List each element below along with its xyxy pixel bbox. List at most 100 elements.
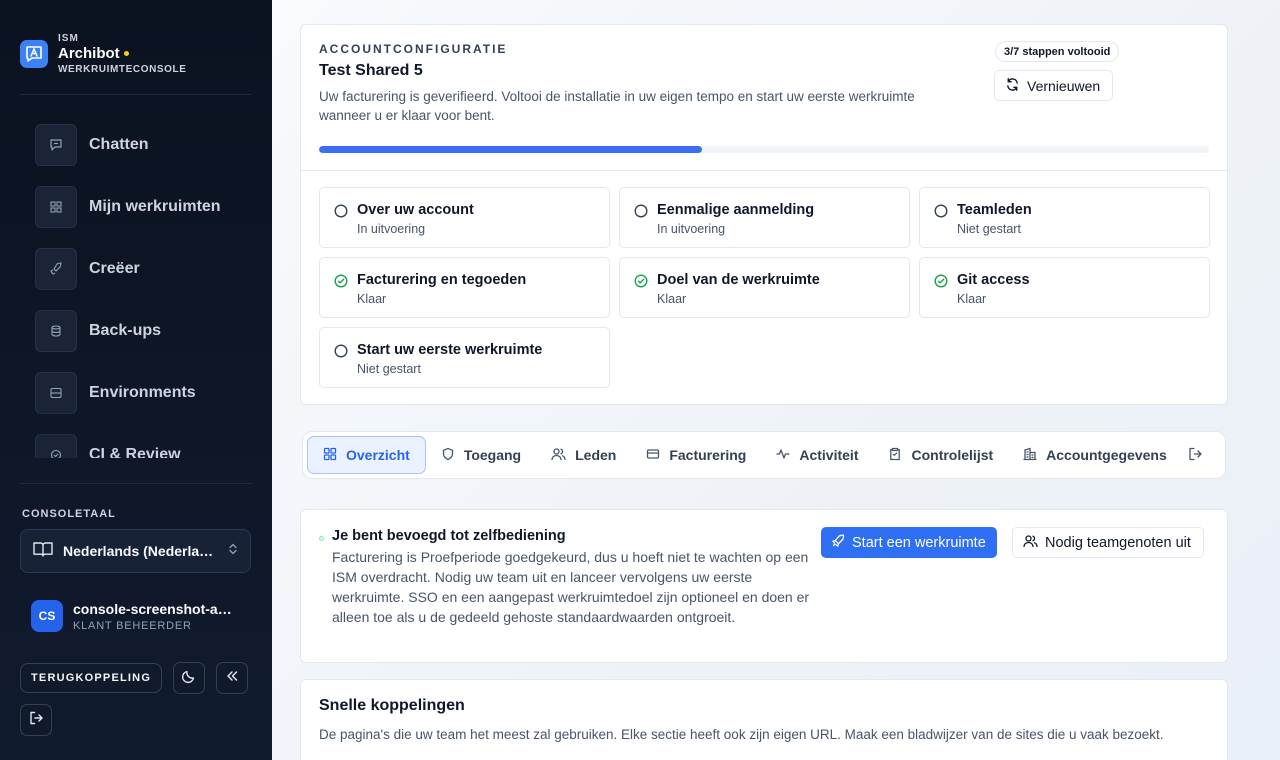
setup-steps-grid: Over uw account In uitvoering Eenmalige a…	[319, 187, 1210, 388]
sidebar-item-workspaces[interactable]: Mijn werkruimten	[20, 176, 252, 238]
quick-links-description: De pagina's die uw team het meest zal ge…	[319, 727, 1164, 742]
account-title: Test Shared 5	[319, 62, 423, 79]
tab-toegang[interactable]: Toegang	[426, 436, 536, 474]
shield-icon	[441, 447, 455, 464]
circle-icon	[634, 204, 648, 223]
tab-overzicht[interactable]: Overzicht	[307, 436, 426, 474]
tab-bar: Overzicht Toegang Leden Facturering Acti…	[300, 420, 1228, 490]
setup-eyebrow: ACCOUNTCONFIGURATIE	[319, 42, 508, 56]
step-card[interactable]: Teamleden Niet gestart	[919, 187, 1210, 248]
grid-icon	[35, 186, 77, 228]
grid-icon	[323, 447, 337, 464]
check-circle-icon	[634, 274, 648, 293]
chat-icon	[35, 124, 77, 166]
step-title: Git access	[957, 272, 1030, 288]
brand[interactable]: ISM Archibot WERKRUIMTECONSOLE	[20, 30, 187, 78]
theme-toggle-button[interactable]	[173, 662, 205, 694]
circle-icon	[334, 344, 348, 363]
invite-teammates-button[interactable]: Nodig teamgenoten uit	[1012, 527, 1204, 558]
rocket-icon	[831, 534, 845, 552]
collapse-sidebar-button[interactable]	[216, 662, 248, 694]
step-card[interactable]: Over uw account In uitvoering	[319, 187, 610, 248]
logout-icon	[28, 710, 44, 731]
logout-button[interactable]	[20, 704, 52, 736]
setup-progress-fill	[319, 146, 702, 153]
tab-controlelijst[interactable]: Controlelijst	[873, 436, 1008, 474]
user-profile[interactable]: CS console-screenshot-admin KLANT BEHEER…	[31, 600, 246, 632]
archibot-logo-icon	[20, 40, 48, 68]
step-status: Niet gestart	[357, 362, 421, 376]
tab-label: Toegang	[463, 447, 522, 463]
step-title: Teamleden	[957, 202, 1032, 218]
start-workspace-label: Start een werkruimte	[852, 534, 986, 551]
self-service-card: Je bent bevoegd tot zelfbediening Factur…	[300, 509, 1228, 663]
sidebar: ISM Archibot WERKRUIMTECONSOLE Chatten M…	[0, 0, 272, 760]
tab-activiteit[interactable]: Activiteit	[761, 436, 873, 474]
tab-leden[interactable]: Leden	[536, 436, 631, 474]
quick-links-card: Snelle koppelingen De pagina's die uw te…	[300, 679, 1228, 760]
language-select[interactable]: Nederlands (Nederland)	[20, 529, 251, 573]
invite-teammates-label: Nodig teamgenoten uit	[1045, 534, 1191, 551]
tab-label: Accountgegevens	[1046, 447, 1167, 463]
check-circle-icon	[934, 274, 948, 293]
language-value: Nederlands (Nederland)	[63, 543, 218, 559]
sidebar-divider	[20, 483, 251, 484]
step-status: Klaar	[957, 292, 987, 306]
feedback-button[interactable]: TERUGKOPPELING	[20, 663, 163, 693]
self-service-title: Je bent bevoegd tot zelfbediening	[332, 528, 566, 544]
sidebar-nav: Chatten Mijn werkruimten Creëer Back-ups…	[20, 114, 252, 458]
refresh-icon	[1005, 77, 1020, 95]
quick-links-title: Snelle koppelingen	[319, 697, 465, 714]
users-icon	[551, 447, 566, 464]
clipboard-icon	[888, 447, 902, 464]
rocket-icon	[35, 248, 77, 290]
activity-icon	[776, 447, 791, 464]
tab-label: Leden	[575, 447, 617, 463]
sidebar-item-create[interactable]: Creëer	[20, 238, 252, 300]
step-card[interactable]: Start uw eerste werkruimte Niet gestart	[319, 327, 610, 388]
setup-divider	[301, 170, 1227, 171]
tab-accountgegevens[interactable]: Accountgegevens	[1008, 436, 1182, 474]
user-role: KLANT BEHEERDER	[73, 619, 192, 632]
book-icon	[33, 541, 53, 562]
tab-more[interactable]	[1182, 436, 1217, 474]
sidebar-item-environments[interactable]: Environments	[20, 362, 252, 424]
step-status: Klaar	[357, 292, 387, 306]
tab-label: Overzicht	[346, 447, 410, 463]
check-circle-icon	[334, 274, 348, 293]
language-section-label: CONSOLETAAL	[22, 508, 116, 520]
sidebar-item-ci-review[interactable]: CI & Review	[20, 424, 252, 458]
sidebar-item-label: CI & Review	[89, 446, 181, 458]
account-setup-card: ACCOUNTCONFIGURATIE Test Shared 5 Uw fac…	[300, 24, 1228, 405]
database-icon	[35, 310, 77, 352]
step-card[interactable]: Git access Klaar	[919, 257, 1210, 318]
step-card[interactable]: Eenmalige aanmelding In uitvoering	[619, 187, 910, 248]
step-title: Eenmalige aanmelding	[657, 202, 815, 218]
refresh-button[interactable]: Vernieuwen	[994, 70, 1114, 101]
step-title: Start uw eerste werkruimte	[357, 342, 543, 358]
sidebar-item-label: Mijn werkruimten	[89, 198, 221, 215]
server-icon	[35, 372, 77, 414]
step-title: Doel van de werkruimte	[657, 272, 820, 288]
check-circle-icon	[35, 434, 77, 458]
sidebar-item-label: Chatten	[89, 136, 149, 153]
step-status: In uitvoering	[657, 222, 726, 236]
refresh-label: Vernieuwen	[1027, 77, 1101, 94]
status-indicator	[319, 536, 324, 541]
user-name: console-screenshot-admin	[73, 600, 238, 617]
start-workspace-button[interactable]: Start een werkruimte	[821, 527, 997, 558]
sidebar-item-backups[interactable]: Back-ups	[20, 300, 252, 362]
circle-icon	[334, 204, 348, 223]
moon-icon	[181, 668, 197, 689]
brand-subtitle: WERKRUIMTECONSOLE	[58, 63, 187, 75]
sidebar-item-chat[interactable]: Chatten	[20, 114, 252, 176]
logout-icon	[1188, 447, 1202, 464]
step-status: Niet gestart	[957, 222, 1021, 236]
step-card[interactable]: Doel van de werkruimte Klaar	[619, 257, 910, 318]
step-card[interactable]: Facturering en tegoeden Klaar	[319, 257, 610, 318]
step-status: Klaar	[657, 292, 687, 306]
account-description: Uw facturering is geverifieerd. Voltooi …	[319, 89, 915, 123]
chevrons-left-icon	[224, 668, 240, 689]
tab-label: Facturering	[669, 447, 747, 463]
tab-facturering[interactable]: Facturering	[631, 436, 761, 474]
